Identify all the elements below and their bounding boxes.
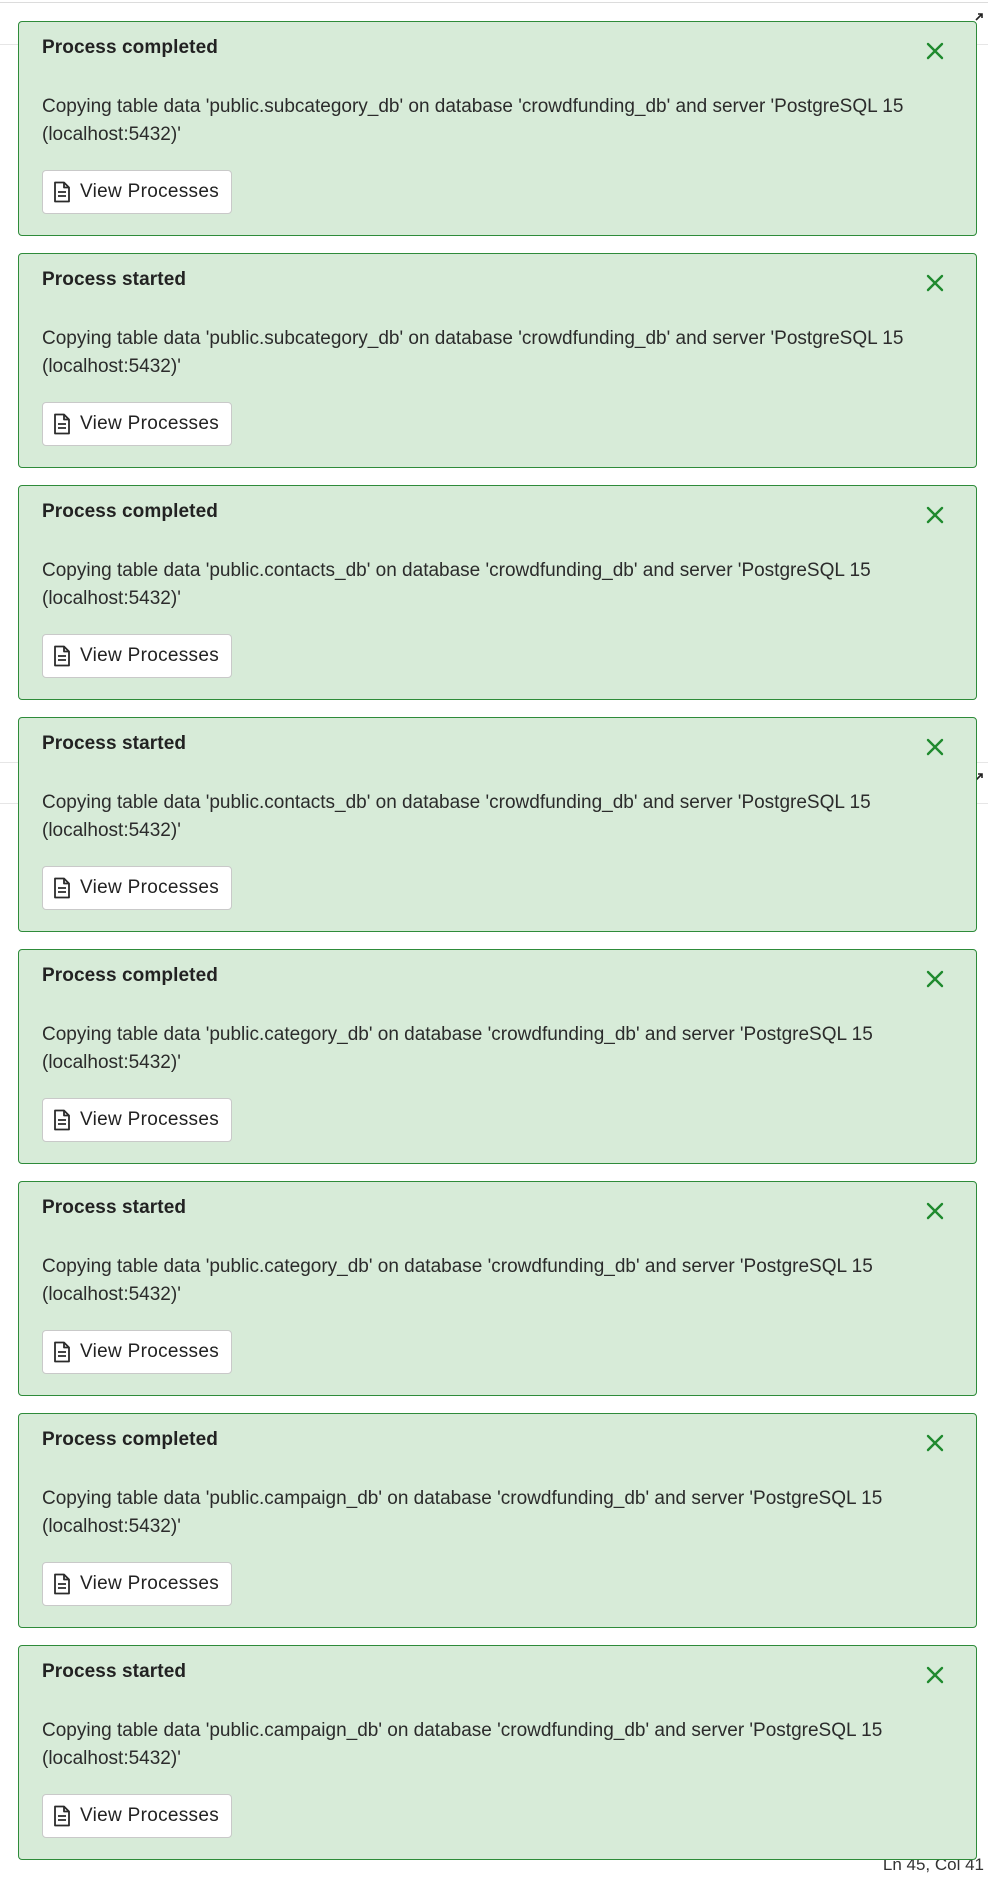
notification-toast: Process started Copying table data 'publ…	[18, 1645, 977, 1860]
view-processes-label: View Processes	[80, 645, 220, 666]
notification-title: Process completed	[42, 965, 218, 986]
close-icon[interactable]	[924, 40, 946, 62]
notification-title: Process completed	[42, 1429, 218, 1450]
document-icon	[54, 413, 70, 435]
view-processes-label: View Processes	[80, 877, 220, 898]
notification-message: Copying table data 'public.contacts_db' …	[42, 792, 871, 841]
notification-message: Copying table data 'public.campaign_db' …	[42, 1720, 883, 1769]
view-processes-button[interactable]: View Processes	[42, 866, 233, 910]
view-processes-label: View Processes	[80, 1573, 220, 1594]
document-icon	[54, 181, 70, 203]
close-icon[interactable]	[924, 504, 946, 526]
document-icon	[54, 1573, 70, 1595]
view-processes-label: View Processes	[80, 1109, 220, 1130]
view-processes-button[interactable]: View Processes	[42, 170, 233, 214]
view-processes-button[interactable]: View Processes	[42, 634, 233, 678]
view-processes-label: View Processes	[80, 413, 220, 434]
notification-title: Process started	[42, 1197, 187, 1218]
close-icon[interactable]	[924, 968, 946, 990]
notification-message: Copying table data 'public.subcategory_d…	[42, 96, 904, 145]
view-processes-label: View Processes	[80, 1805, 220, 1826]
close-icon[interactable]	[924, 272, 946, 294]
notification-title: Process completed	[42, 501, 218, 522]
notification-title: Process started	[42, 733, 187, 754]
document-icon	[54, 645, 70, 667]
notification-toast: Process started Copying table data 'publ…	[18, 253, 977, 468]
notification-message: Copying table data 'public.contacts_db' …	[42, 560, 871, 609]
notification-title: Process started	[42, 1661, 187, 1682]
view-processes-button[interactable]: View Processes	[42, 1098, 233, 1142]
notification-toast: Process completed Copying table data 'pu…	[18, 1413, 977, 1628]
notification-toast: Process completed Copying table data 'pu…	[18, 949, 977, 1164]
notification-toast: Process completed Copying table data 'pu…	[18, 485, 977, 700]
view-processes-button[interactable]: View Processes	[42, 1562, 233, 1606]
notification-message: Copying table data 'public.category_db' …	[42, 1256, 873, 1305]
view-processes-button[interactable]: View Processes	[42, 1794, 233, 1838]
notification-stack: Process completed Copying table data 'pu…	[18, 21, 977, 1877]
notification-message: Copying table data 'public.campaign_db' …	[42, 1488, 883, 1537]
notification-toast: Process started Copying table data 'publ…	[18, 1181, 977, 1396]
close-icon[interactable]	[924, 1664, 946, 1686]
close-icon[interactable]	[924, 1432, 946, 1454]
view-processes-button[interactable]: View Processes	[42, 402, 233, 446]
notification-title: Process completed	[42, 37, 218, 58]
notification-toast: Process completed Copying table data 'pu…	[18, 21, 977, 236]
view-processes-label: View Processes	[80, 181, 220, 202]
notification-message: Copying table data 'public.category_db' …	[42, 1024, 873, 1073]
close-icon[interactable]	[924, 1200, 946, 1222]
background-divider	[0, 2, 988, 3]
document-icon	[54, 1805, 70, 1827]
view-processes-button[interactable]: View Processes	[42, 1330, 233, 1374]
document-icon	[54, 1341, 70, 1363]
document-icon	[54, 1109, 70, 1131]
notification-toast: Process started Copying table data 'publ…	[18, 717, 977, 932]
document-icon	[54, 877, 70, 899]
notification-message: Copying table data 'public.subcategory_d…	[42, 328, 904, 377]
close-icon[interactable]	[924, 736, 946, 758]
notification-title: Process started	[42, 269, 187, 290]
view-processes-label: View Processes	[80, 1341, 220, 1362]
